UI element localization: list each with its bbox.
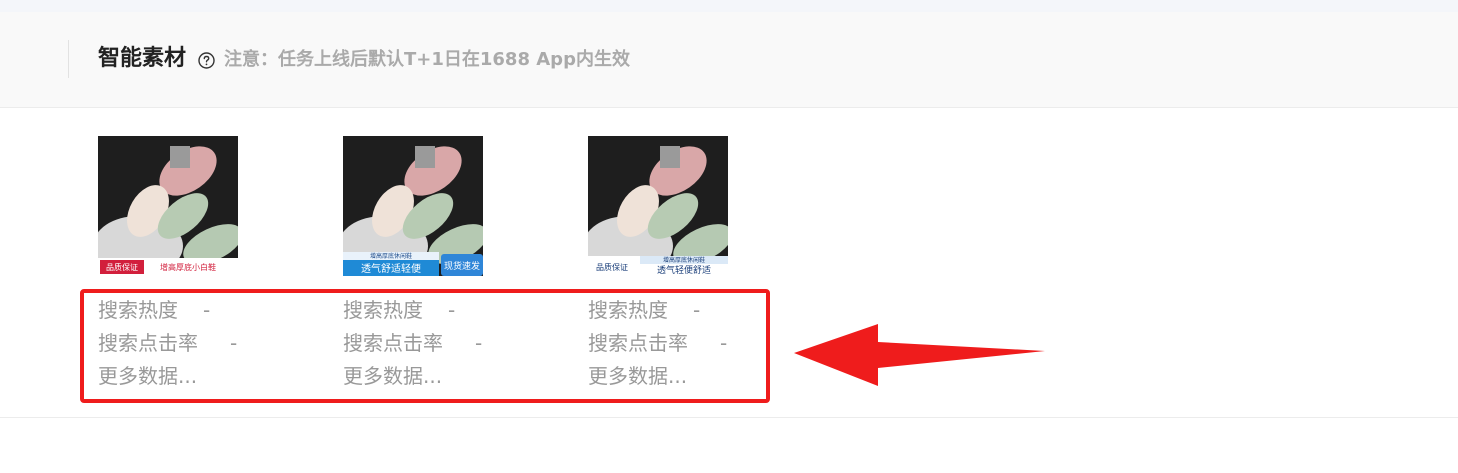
badge-label: 现货速发: [444, 260, 480, 272]
banner-top: 增高厚底休闲鞋: [370, 252, 412, 260]
tagline: 增高厚底小白鞋: [160, 262, 216, 272]
left-arrow-icon: [794, 324, 1045, 386]
tagline: 透气轻便舒适: [657, 264, 711, 276]
badge-label: 品质保证: [596, 262, 628, 272]
header-divider: [68, 40, 69, 78]
product-thumbnail[interactable]: 品质保证 增高厚底休闲鞋 透气轻便舒适: [588, 136, 728, 276]
header-note: 注意：任务上线后默认T+1日在1688 App内生效: [224, 49, 630, 70]
material-card[interactable]: 品质保证 增高厚底小白鞋 搜索热度 - 搜索点击率 - 更多数据...: [98, 136, 258, 388]
badge-label: 品质保证: [106, 262, 138, 272]
material-card[interactable]: 品质保证 增高厚底休闲鞋 透气轻便舒适 搜索热度 - 搜索点击率 - 更多数据.…: [588, 136, 748, 388]
material-card[interactable]: 增高厚底休闲鞋 透气舒适轻便 现货速发 搜索热度 - 搜索点击率 - 更多数据.…: [343, 136, 503, 388]
top-strip: [0, 0, 1458, 12]
section-header: 智能素材 注意：任务上线后默认T+1日在1688 App内生效: [0, 12, 1458, 108]
product-thumbnail[interactable]: 品质保证 增高厚底小白鞋: [98, 136, 238, 276]
help-icon[interactable]: [198, 52, 215, 69]
product-thumbnail[interactable]: 增高厚底休闲鞋 透气舒适轻便 现货速发: [343, 136, 483, 276]
banner-top: 增高厚底休闲鞋: [663, 256, 705, 264]
section-title: 智能素材: [98, 46, 187, 71]
highlight-annotation-box: [80, 289, 770, 403]
tagline: 透气舒适轻便: [361, 262, 421, 275]
section-divider: [0, 417, 1458, 418]
